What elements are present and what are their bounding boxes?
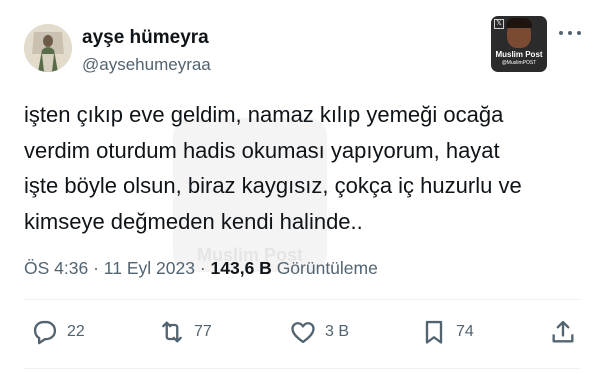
more-dot (559, 31, 563, 35)
view-count: 143,6 B (210, 258, 272, 278)
bookmark-count: 74 (456, 323, 474, 340)
retweet-count: 77 (194, 323, 212, 340)
tweet-text-line: verdim oturdum hadis okuması yapıyorum, … (24, 137, 500, 163)
retweet-icon (162, 321, 182, 343)
author-handle[interactable]: @aysehumeyraa (82, 55, 211, 75)
author-name[interactable]: ayşe hümeyra (82, 27, 209, 49)
divider (24, 368, 581, 369)
bookmark-icon (425, 320, 443, 344)
tweet-meta: ÖS 4:36 · 11 Eyl 2023 · 143,6 B Görüntül… (24, 258, 378, 279)
reply-count: 22 (67, 323, 85, 340)
watermark-hair (506, 18, 532, 28)
more-dot (577, 31, 581, 35)
like-count: 3 B (325, 323, 350, 340)
divider (24, 299, 581, 300)
tweet-date[interactable]: 11 Eyl 2023 (104, 258, 195, 278)
tweet-text-line: kimseye değmeden kendi halinde.. (24, 208, 363, 234)
reply-button[interactable]: 22 (31, 318, 85, 346)
avatar-image (24, 24, 72, 72)
tweet-text: işten çıkıp eve geldim, namaz kılıp yeme… (24, 97, 584, 239)
x-logo-icon: 𝕏 (494, 19, 504, 29)
tweet-text-line: işten çıkıp eve geldim, namaz kılıp yeme… (24, 102, 504, 127)
more-dot (568, 31, 572, 35)
watermark-subtitle: @MuslimPOST (501, 60, 537, 66)
retweet-button[interactable]: 77 (158, 318, 212, 346)
tweet-time[interactable]: ÖS 4:36 (24, 258, 88, 278)
watermark-title: Muslim Post (495, 50, 543, 59)
heart-icon (291, 322, 315, 344)
like-button[interactable]: 3 B (289, 318, 349, 346)
more-icon[interactable] (556, 22, 584, 42)
bookmark-button[interactable]: 74 (420, 318, 474, 346)
meta-separator: · (93, 258, 99, 278)
share-button[interactable] (549, 318, 577, 351)
tweet-text-line: işte böyle olsun, biraz kaygısız, çokça … (24, 173, 522, 198)
reply-icon (33, 320, 57, 345)
tweet-card: ayşe hümeyra @aysehumeyraa 𝕏 Muslim Post… (0, 0, 605, 374)
meta-separator: · (199, 258, 206, 278)
view-label: Görüntüleme (276, 258, 378, 278)
share-icon (552, 320, 574, 343)
watermark-logo: 𝕏 Muslim Post @MuslimPOST (491, 16, 547, 72)
avatar[interactable] (24, 24, 72, 72)
